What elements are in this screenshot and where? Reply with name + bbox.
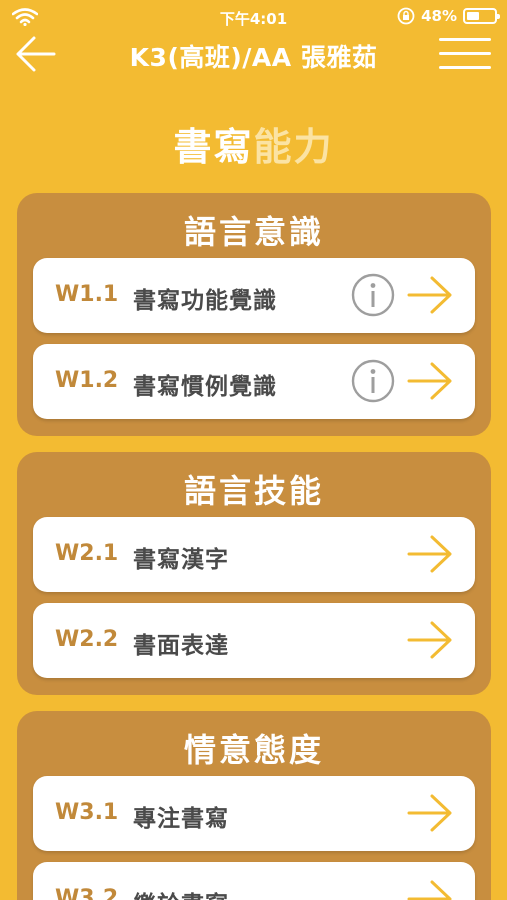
item-code: W1.2 — [55, 368, 119, 393]
arrow-right-icon[interactable] — [407, 620, 453, 660]
section-language-skills: 語言技能 W2.1 書寫漢字 W2.2 書面表達 — [17, 452, 491, 695]
item-label: 樂於書寫 — [133, 885, 229, 900]
section-language-awareness: 語言意識 W1.1 書寫功能覺識 W1.2 書寫慣例覺識 — [17, 193, 491, 436]
item-label: 專注書寫 — [133, 806, 229, 832]
item-label: 書寫慣例覺識 — [133, 374, 277, 400]
arrow-right-icon[interactable] — [407, 534, 453, 574]
arrow-right-icon[interactable] — [407, 879, 453, 900]
item-code: W3.1 — [55, 800, 119, 825]
section-title: 語言意識 — [183, 213, 324, 251]
orientation-lock-icon — [397, 7, 415, 25]
item-code: W3.2 — [55, 886, 119, 900]
section-title: 情意態度 — [183, 731, 324, 769]
info-icon[interactable] — [351, 359, 395, 403]
item-label: 書面表達 — [133, 633, 229, 659]
arrow-right-icon[interactable] — [407, 793, 453, 833]
battery-percent: 48% — [421, 7, 457, 25]
item-label: 書寫功能覺識 — [133, 288, 277, 314]
back-arrow-icon — [16, 36, 56, 72]
menu-line-icon — [439, 66, 491, 69]
menu-line-icon — [439, 52, 491, 55]
page-title: 書寫能力 — [0, 116, 507, 171]
nav-bar: K3(高班)/AA 張雅茹 — [0, 30, 507, 80]
nav-title: K3(高班)/AA 張雅茹 — [129, 43, 378, 72]
arrow-right-icon[interactable] — [407, 361, 453, 401]
menu-line-icon — [439, 38, 491, 41]
item-code: W2.1 — [55, 541, 119, 566]
page-title-light: 能力 — [253, 125, 334, 169]
section-affective-attitude: 情意態度 W3.1 專注書寫 W3.2 樂於書寫 — [17, 711, 491, 900]
list-item-w3-2[interactable]: W3.2 樂於書寫 — [33, 862, 475, 900]
list-item-w2-1[interactable]: W2.1 書寫漢字 — [33, 517, 475, 592]
menu-button[interactable] — [439, 38, 491, 72]
section-title: 語言技能 — [183, 472, 324, 510]
info-icon[interactable] — [351, 273, 395, 317]
list-item-w2-2[interactable]: W2.2 書面表達 — [33, 603, 475, 678]
arrow-right-icon[interactable] — [407, 275, 453, 315]
status-bar: 下午4:01 48% — [0, 0, 507, 34]
battery-fill — [467, 12, 479, 20]
list-item-w1-1[interactable]: W1.1 書寫功能覺識 — [33, 258, 475, 333]
item-code: W1.1 — [55, 282, 119, 307]
back-button[interactable] — [14, 34, 58, 74]
list-item-w1-2[interactable]: W1.2 書寫慣例覺識 — [33, 344, 475, 419]
item-label: 書寫漢字 — [133, 547, 229, 573]
page-title-bold: 書寫 — [173, 125, 254, 169]
list-item-w3-1[interactable]: W3.1 專注書寫 — [33, 776, 475, 851]
item-code: W2.2 — [55, 627, 119, 652]
battery-icon — [463, 8, 500, 24]
status-right: 48% — [397, 7, 500, 25]
